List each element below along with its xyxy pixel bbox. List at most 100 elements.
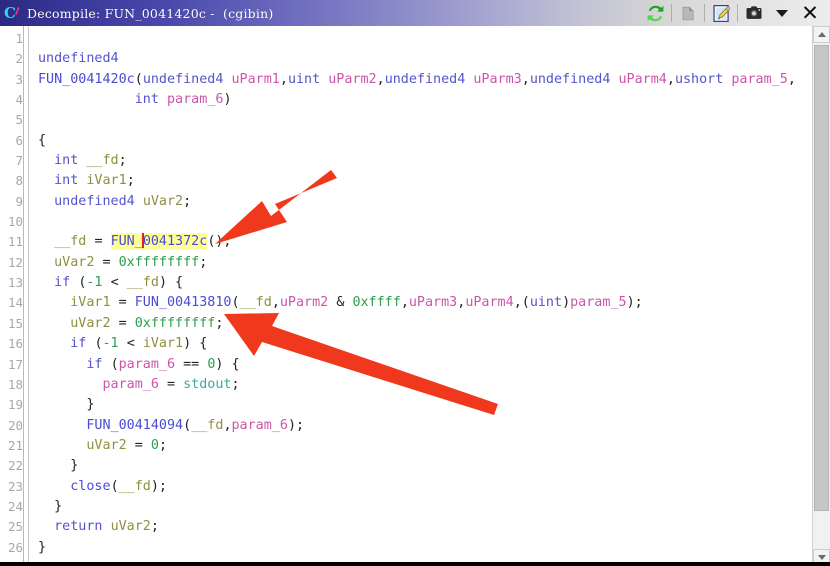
tok-variable[interactable]: __fd: [240, 295, 272, 310]
code-line[interactable]: iVar1 = FUN_00413810(__fd,uParm2 & 0xfff…: [38, 293, 812, 313]
code-line[interactable]: }: [38, 395, 812, 415]
tok-variable[interactable]: uVar2: [86, 438, 126, 453]
svg-text:C: C: [4, 4, 16, 22]
tok-variable[interactable]: __fd: [191, 418, 223, 433]
line-number: 1: [15, 31, 23, 46]
close-icon: ✕: [801, 0, 819, 25]
tok-param[interactable]: param_6: [119, 357, 175, 372]
tok-param[interactable]: uParm4: [619, 72, 667, 87]
scrollbar-thumb[interactable]: [814, 45, 829, 511]
decompiler-window: C Decompile: FUN_0041420c - (cgibin) ✕ 1…: [0, 0, 830, 566]
code-line[interactable]: uVar2 = 0xffffffff;: [38, 314, 812, 334]
code-line[interactable]: uVar2 = 0;: [38, 436, 812, 456]
tok-param[interactable]: param_5: [570, 295, 626, 310]
tok-param[interactable]: uParm3: [409, 295, 457, 310]
code-line[interactable]: [38, 110, 812, 130]
tok-variable[interactable]: iVar1: [143, 336, 183, 351]
tok-function[interactable]: close: [70, 479, 110, 494]
code-line[interactable]: FUN_0041420c(undefined4 uParm1,uint uPar…: [38, 70, 812, 90]
code-line[interactable]: if (param_6 == 0) {: [38, 355, 812, 375]
tok-function[interactable]: FUN_00414094: [86, 418, 183, 433]
tok-variable[interactable]: __fd: [86, 153, 118, 168]
tok-param[interactable]: uParm2: [328, 72, 376, 87]
tok-variable[interactable]: __fd: [54, 234, 86, 249]
tok-variable[interactable]: iVar1: [70, 295, 110, 310]
tok-param[interactable]: param_5: [731, 72, 787, 87]
tok-param[interactable]: uParm4: [465, 295, 513, 310]
tok-variable[interactable]: uVar2: [70, 316, 110, 331]
tok-type: int: [54, 173, 79, 189]
tok-variable[interactable]: __fd: [127, 275, 159, 290]
line-number: 9: [15, 193, 23, 209]
tok-function[interactable]: FUN_0041420c: [38, 72, 135, 87]
tok-constant[interactable]: stdout: [183, 377, 231, 392]
line-number: 10: [7, 214, 23, 230]
tok-keyword: if: [70, 336, 87, 352]
tok-variable[interactable]: uVar2: [54, 255, 94, 270]
close-button[interactable]: ✕: [796, 1, 824, 25]
code-text-area[interactable]: undefined4 FUN_0041420c(undefined4 uParm…: [29, 26, 812, 566]
code-line[interactable]: int iVar1;: [38, 171, 812, 191]
code-line[interactable]: int param_6): [38, 90, 812, 110]
edit-pencil-icon: [712, 4, 730, 22]
refresh-button[interactable]: [641, 1, 669, 25]
line-number: 26: [7, 539, 23, 555]
code-line-highlighted[interactable]: __fd = FUN_0041372c();: [38, 232, 812, 252]
edit-signature-button[interactable]: [707, 1, 735, 25]
code-line[interactable]: param_6 = stdout;: [38, 375, 812, 395]
line-number: 15: [7, 315, 23, 331]
code-line[interactable]: {: [38, 131, 812, 151]
scrollbar-up-button[interactable]: [813, 26, 830, 43]
tok-param[interactable]: uParm1: [232, 72, 280, 87]
line-number: 3: [15, 71, 23, 87]
tok-type: ushort: [674, 71, 724, 87]
line-number: 6: [15, 132, 23, 148]
highlighted-token[interactable]: FUN_0041372c: [110, 233, 208, 251]
tok-keyword: if: [54, 275, 71, 291]
tok-param[interactable]: param_6: [232, 418, 288, 433]
code-line[interactable]: close(__fd);: [38, 477, 812, 497]
code-line[interactable]: undefined4 uVar2;: [38, 192, 812, 212]
line-number: 21: [7, 437, 23, 453]
tok-param[interactable]: uParm3: [473, 72, 521, 87]
code-line[interactable]: }: [38, 538, 812, 558]
toolbar-divider-3: [737, 4, 738, 22]
line-number: 18: [7, 376, 23, 392]
line-number: 17: [7, 356, 23, 372]
tok-variable[interactable]: uVar2: [111, 519, 151, 534]
tok-number: 0xffff: [352, 295, 401, 311]
code-line[interactable]: [38, 212, 812, 232]
code-line[interactable]: }: [38, 456, 812, 476]
tok-keyword: return: [54, 519, 103, 535]
tok-param[interactable]: param_6: [167, 92, 223, 107]
code-line[interactable]: [38, 29, 812, 49]
tok-function[interactable]: FUN_00413810: [135, 295, 232, 310]
tok-param[interactable]: param_6: [103, 377, 159, 392]
code-line[interactable]: }: [38, 497, 812, 517]
tok-variable[interactable]: iVar1: [86, 173, 126, 188]
line-number: 13: [7, 275, 23, 291]
scrollbar-track[interactable]: [813, 43, 830, 549]
code-line[interactable]: uVar2 = 0xffffffff;: [38, 253, 812, 273]
tok-variable[interactable]: __fd: [119, 479, 151, 494]
code-line[interactable]: undefined4: [38, 49, 812, 69]
tok-type: uint: [287, 71, 321, 87]
tok-number: 0xffffffff: [134, 315, 216, 331]
snapshot-button[interactable]: [740, 1, 768, 25]
titlebar-toolbar: ✕: [641, 1, 830, 25]
vertical-scrollbar[interactable]: [812, 26, 830, 566]
window-titlebar[interactable]: C Decompile: FUN_0041420c - (cgibin) ✕: [0, 0, 830, 26]
tok-variable[interactable]: uVar2: [143, 194, 183, 209]
camera-icon: [746, 6, 762, 19]
code-line[interactable]: if (-1 < iVar1) {: [38, 334, 812, 354]
line-number: 7: [15, 153, 23, 169]
window-bottom-edge: [0, 562, 830, 566]
tok-type: undefined4: [529, 71, 611, 87]
tok-type: undefined4: [38, 51, 119, 67]
code-line[interactable]: return uVar2;: [38, 517, 812, 537]
code-line[interactable]: FUN_00414094(__fd,param_6);: [38, 416, 812, 436]
code-line[interactable]: int __fd;: [38, 151, 812, 171]
code-line[interactable]: if (-1 < __fd) {: [38, 273, 812, 293]
toolbar-menu-button[interactable]: [768, 1, 796, 25]
tok-param[interactable]: uParm2: [280, 295, 328, 310]
